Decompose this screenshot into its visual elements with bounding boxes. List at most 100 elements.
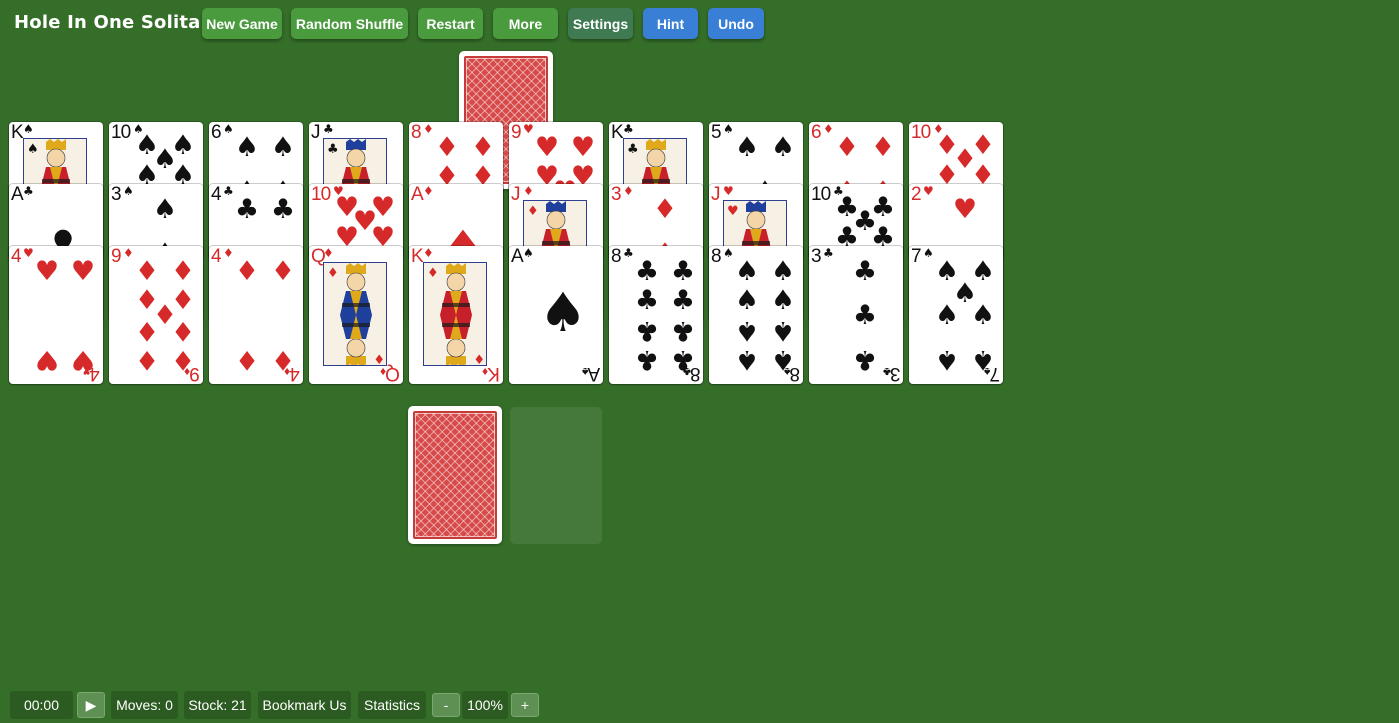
tableau-card-4-hearts[interactable]: 4 ♥ ♥ ♥ ♥ ♥ 4♥ — [9, 246, 103, 384]
tableau-card-8-clubs[interactable]: 8 ♣ ♣ ♣ ♣ ♣ ♣ ♣ ♣ ♣ 8♣ — [609, 246, 703, 384]
app-title: Hole In One Solitaire — [14, 12, 229, 33]
spades-pip-icon: ♠ — [152, 194, 178, 225]
card-rank: 10 — [311, 184, 331, 205]
diamonds-pip-icon: ♦ — [134, 256, 160, 287]
diamonds-pip-icon: ♦ — [834, 132, 860, 163]
card-rank: 3 — [811, 246, 822, 267]
spades-pip-icon: ♠ — [770, 315, 796, 346]
card-rank: 7 — [911, 246, 922, 267]
clubs-icon: ♣ — [23, 184, 34, 198]
diamonds-pip-icon: ♦ — [134, 344, 160, 375]
bookmark-button[interactable]: Bookmark Us — [258, 691, 351, 719]
spades-icon: ♠ — [582, 365, 589, 379]
card-rank: 8 — [690, 363, 700, 384]
tableau-card-9-diamonds[interactable]: 9 ♦ ♦ ♦ ♦ ♦ ♦ ♦ ♦ ♦ ♦ 9♦ — [109, 246, 203, 384]
hint-button[interactable]: Hint — [643, 8, 698, 39]
random-shuffle-button[interactable]: Random Shuffle — [291, 8, 408, 39]
clubs-icon: ♣ — [323, 122, 334, 136]
clubs-pip-icon: ♣ — [670, 256, 696, 287]
diamonds-icon: ♦ — [523, 184, 534, 198]
card-rank: K — [488, 363, 500, 384]
diamonds-pip-icon: ♦ — [170, 315, 196, 346]
undo-button[interactable]: Undo — [708, 8, 764, 39]
spades-icon: ♠ — [985, 365, 991, 379]
svg-text:♦: ♦ — [427, 266, 439, 281]
settings-button[interactable]: Settings — [568, 8, 633, 39]
timer-display: 00:00 — [10, 691, 73, 719]
zoom-in-button[interactable]: + — [511, 693, 539, 717]
clubs-pip-icon: ♣ — [634, 344, 660, 375]
card-rank: J — [311, 122, 320, 143]
court-figure-image: ♦♦ — [323, 262, 387, 366]
card-rank: 6 — [211, 122, 222, 143]
card-rank: K — [11, 122, 24, 143]
card-rank: 2 — [911, 184, 922, 205]
zoom-level: 100% — [462, 691, 508, 719]
spades-pip-icon: ♠ — [770, 256, 796, 287]
moves-counter: Moves: 0 — [111, 691, 178, 719]
clubs-pip-icon: ♣ — [852, 256, 878, 287]
spades-pip-icon: ♠ — [770, 132, 796, 163]
hearts-icon: ♥ — [723, 184, 734, 198]
card-rank: 5 — [711, 122, 722, 143]
more-button[interactable]: More — [493, 8, 558, 39]
spades-icon: ♠ — [523, 246, 534, 260]
svg-text:♦: ♦ — [327, 266, 339, 281]
tableau-card-a-spades[interactable]: A ♠ ♠ A♠ — [509, 246, 603, 384]
stock-pile[interactable] — [408, 406, 502, 544]
spades-pip-icon: ♠ — [770, 285, 796, 316]
statistics-button[interactable]: Statistics — [358, 691, 426, 719]
diamonds-pip-icon: ♦ — [870, 132, 896, 163]
new-game-button[interactable]: New Game — [202, 8, 282, 39]
card-rank: 7 — [990, 363, 1000, 384]
diamonds-icon: ♦ — [185, 365, 191, 379]
spades-pip-icon: ♠ — [934, 300, 960, 331]
hearts-pip-icon: ♥ — [34, 344, 60, 375]
diamonds-icon: ♦ — [423, 246, 434, 260]
svg-text:♣: ♣ — [627, 142, 639, 157]
clubs-pip-icon: ♣ — [634, 256, 660, 287]
card-corner-index: Q♦ — [381, 362, 400, 384]
spades-pip-icon: ♠ — [734, 132, 760, 163]
card-rank: 4 — [90, 363, 100, 384]
card-rank: 9 — [190, 363, 200, 384]
card-rank: 4 — [211, 246, 222, 267]
card-rank: 4 — [290, 363, 300, 384]
spades-pip-icon: ♠ — [734, 344, 760, 375]
clubs-pip-icon: ♣ — [852, 344, 878, 375]
tableau-card-7-spades[interactable]: 7 ♠ ♠ ♠ ♠ ♠ ♠ ♠ ♠ 7♠ — [909, 246, 1003, 384]
card-rank: Q — [386, 363, 400, 384]
card-rank: A — [511, 246, 524, 267]
card-rank: 10 — [111, 122, 131, 143]
spades-icon: ♠ — [123, 184, 134, 198]
svg-text:♠: ♠ — [27, 142, 39, 157]
card-corner-index: 4♦ — [285, 362, 300, 384]
spades-icon: ♠ — [785, 365, 791, 379]
tableau-card-8-spades[interactable]: 8 ♠ ♠ ♠ ♠ ♠ ♠ ♠ ♠ ♠ 8♠ — [709, 246, 803, 384]
card-rank: J — [711, 184, 720, 205]
tableau-card-q-diamonds[interactable]: Q ♦ ♦ ♦ Q♦ — [309, 246, 403, 384]
diamonds-icon: ♦ — [623, 184, 634, 198]
card-corner-index: A♠ — [582, 362, 600, 384]
card-rank: 10 — [811, 184, 831, 205]
card-corner-index: K♦ — [483, 362, 500, 384]
spades-pip-icon: ♠ — [734, 315, 760, 346]
hearts-icon: ♥ — [923, 184, 934, 198]
tableau-card-3-clubs[interactable]: 3 ♣ ♣ ♣ ♣ 3♣ — [809, 246, 903, 384]
diamonds-icon: ♦ — [483, 365, 489, 379]
restart-button[interactable]: Restart — [418, 8, 483, 39]
tableau-card-k-diamonds[interactable]: K ♦ ♦ ♦ K♦ — [409, 246, 503, 384]
hearts-pip-icon: ♥ — [534, 132, 560, 163]
spades-pip-icon: ♠ — [734, 285, 760, 316]
card-rank: K — [411, 246, 424, 267]
card-back-pattern — [413, 411, 497, 539]
tableau-card-4-diamonds[interactable]: 4 ♦ ♦ ♦ ♦ ♦ 4♦ — [209, 246, 303, 384]
card-rank: 3 — [111, 184, 122, 205]
svg-text:♦: ♦ — [527, 204, 539, 219]
waste-pile-slot[interactable] — [510, 407, 602, 544]
play-icon[interactable]: ▶ — [77, 692, 105, 718]
zoom-out-button[interactable]: - — [432, 693, 460, 717]
card-rank: J — [511, 184, 520, 205]
card-rank: 4 — [11, 246, 22, 267]
diamonds-icon: ♦ — [423, 184, 434, 198]
